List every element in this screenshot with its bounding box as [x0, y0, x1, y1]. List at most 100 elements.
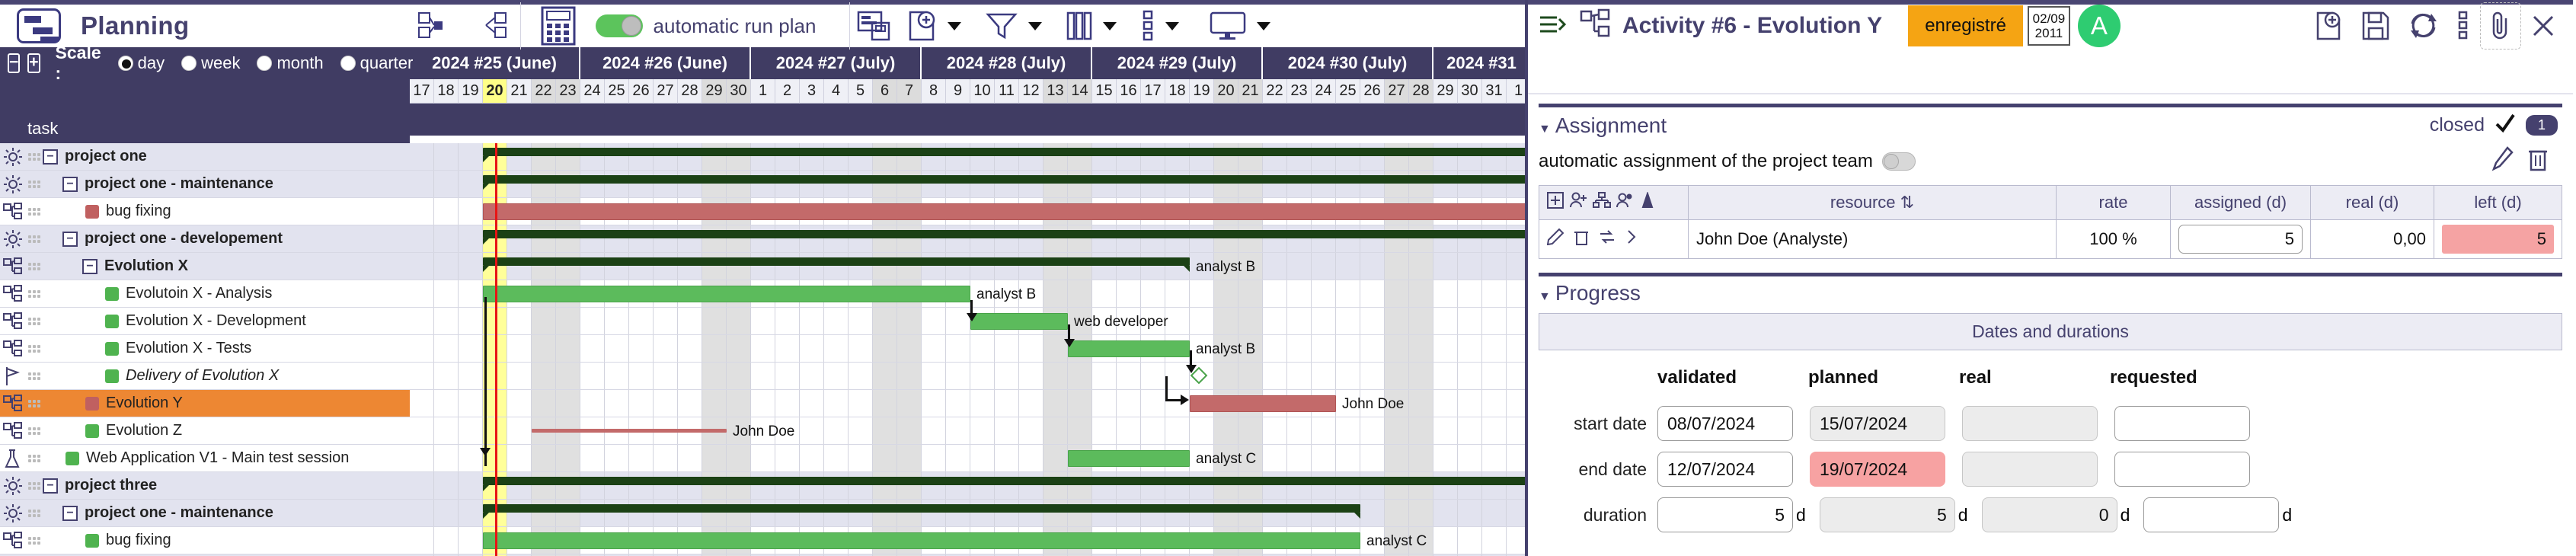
- list-item[interactable]: Evolutoin X - Analysis: [0, 280, 410, 308]
- list-item[interactable]: bug fixing: [0, 527, 410, 554]
- radio-week-icon[interactable]: [181, 56, 197, 71]
- radio-day-icon[interactable]: [117, 56, 133, 71]
- drag-handle[interactable]: [26, 262, 43, 270]
- end-date-planned[interactable]: 19/07/2024: [1810, 452, 1945, 487]
- drag-handle[interactable]: [26, 427, 43, 435]
- list-item[interactable]: Evolution X - Tests: [0, 335, 410, 363]
- refresh-icon[interactable]: [2401, 2, 2447, 50]
- radio-month-icon[interactable]: [257, 56, 273, 71]
- task-column-header[interactable]: task: [0, 79, 410, 143]
- gantt-row[interactable]: [410, 445, 1525, 472]
- expander-toggle[interactable]: −: [62, 231, 78, 247]
- drag-handle[interactable]: [26, 235, 43, 243]
- auto-assignment-toggle[interactable]: [1881, 152, 1916, 171]
- role-icon[interactable]: [1640, 190, 1655, 213]
- filter-caret-icon[interactable]: [1028, 21, 1043, 30]
- dependency-unlink-icon[interactable]: [465, 2, 520, 50]
- end-date-validated[interactable]: 12/07/2024: [1657, 452, 1793, 487]
- new-activity-icon[interactable]: [2306, 2, 2351, 50]
- zoom-in-button[interactable]: +: [27, 53, 40, 73]
- timeline-scroll[interactable]: 2024 #25 (June) 2024 #26 (June) 2024 #27 (…: [410, 47, 1525, 143]
- task-list[interactable]: − project one − project one - maintenance bu…: [0, 143, 410, 556]
- task-bar[interactable]: [483, 203, 1525, 220]
- calendar-icon[interactable]: 02/09 2011: [2027, 6, 2070, 46]
- more-vertical-icon[interactable]: [2450, 2, 2477, 50]
- end-date-real[interactable]: [1962, 452, 2098, 487]
- columns-caret-icon[interactable]: [1103, 21, 1117, 30]
- task-bar[interactable]: [1068, 340, 1190, 357]
- duration-requested[interactable]: [2143, 497, 2280, 532]
- start-date-real[interactable]: [1962, 406, 2098, 441]
- drag-handle[interactable]: [26, 454, 43, 462]
- list-item[interactable]: Web Application V1 - Main test session: [0, 445, 410, 472]
- drag-handle[interactable]: [26, 399, 43, 407]
- org-chart-icon[interactable]: [1593, 192, 1611, 213]
- expand-icon[interactable]: [1625, 228, 1638, 250]
- chevron-down-icon[interactable]: ▼: [1539, 290, 1551, 303]
- team-icon[interactable]: [1616, 192, 1635, 213]
- save-layout-icon[interactable]: [850, 2, 899, 50]
- drag-handle[interactable]: [26, 344, 43, 353]
- scale-option-quarter[interactable]: quarter: [340, 53, 413, 73]
- delete-icon[interactable]: [1574, 228, 1589, 250]
- list-item[interactable]: − project one - maintenance: [0, 171, 410, 198]
- list-item[interactable]: − project one: [0, 143, 410, 171]
- more-vertical-icon[interactable]: [1133, 2, 1162, 50]
- scale-option-month[interactable]: month: [257, 53, 324, 73]
- summary-bar[interactable]: [483, 477, 1525, 491]
- avatar[interactable]: A: [2077, 5, 2121, 47]
- gantt-row[interactable]: [410, 363, 1525, 390]
- trash-icon[interactable]: [2527, 146, 2549, 176]
- scale-option-week[interactable]: week: [181, 53, 240, 73]
- list-item[interactable]: bug fixing: [0, 198, 410, 225]
- drag-handle[interactable]: [26, 372, 43, 380]
- list-item[interactable]: Evolution Y: [0, 390, 410, 417]
- columns-icon[interactable]: [1059, 2, 1100, 50]
- list-item[interactable]: Evolution Z: [0, 417, 410, 445]
- more-caret-icon[interactable]: [1165, 21, 1180, 30]
- swap-icon[interactable]: [1599, 228, 1616, 250]
- drag-handle[interactable]: [26, 509, 43, 517]
- expander-toggle[interactable]: −: [43, 149, 58, 165]
- col-assigned[interactable]: assigned (d): [2170, 185, 2311, 220]
- duration-planned[interactable]: 5: [1819, 497, 1955, 532]
- gantt-row[interactable]: [410, 335, 1525, 363]
- col-left[interactable]: left (d): [2434, 185, 2562, 220]
- task-bar[interactable]: [1068, 450, 1190, 467]
- list-item[interactable]: − project three: [0, 472, 410, 500]
- calculator-icon[interactable]: [521, 2, 596, 50]
- table-row[interactable]: John Doe (Analyste) 100 % 5 0,00 5: [1539, 219, 2562, 259]
- drag-handle[interactable]: [26, 180, 43, 188]
- end-date-requested[interactable]: [2114, 452, 2250, 487]
- list-item[interactable]: − Evolution X: [0, 253, 410, 280]
- check-icon[interactable]: [2494, 112, 2517, 139]
- attachment-icon[interactable]: [2480, 2, 2521, 50]
- list-item[interactable]: Delivery of Evolution X: [0, 363, 410, 390]
- chevron-down-icon[interactable]: ▼: [1539, 123, 1551, 136]
- summary-bar[interactable]: [483, 175, 1525, 190]
- brush-icon[interactable]: [2491, 146, 2514, 176]
- drag-handle[interactable]: [26, 317, 43, 325]
- summary-bar[interactable]: [483, 504, 1360, 519]
- task-bar[interactable]: [1190, 395, 1336, 412]
- drag-handle[interactable]: [26, 536, 43, 545]
- add-person-icon[interactable]: [1569, 192, 1587, 213]
- detail-tabs[interactable]: [1528, 47, 2573, 94]
- close-icon[interactable]: [2524, 2, 2562, 50]
- list-item[interactable]: − project one - maintenance: [0, 500, 410, 527]
- expander-toggle[interactable]: −: [82, 258, 97, 274]
- radio-quarter-icon[interactable]: [340, 56, 356, 71]
- progress-section-title[interactable]: ▼ Progress: [1539, 281, 1641, 305]
- collapse-panel-icon[interactable]: [1528, 11, 1578, 41]
- filter-icon[interactable]: [978, 2, 1025, 50]
- automatic-run-plan-toggle[interactable]: [595, 14, 643, 37]
- expander-toggle[interactable]: −: [62, 176, 78, 192]
- start-date-requested[interactable]: [2114, 406, 2250, 441]
- task-bar[interactable]: [532, 429, 727, 433]
- scale-option-day[interactable]: day: [117, 53, 165, 73]
- col-rate[interactable]: rate: [2056, 185, 2171, 220]
- summary-bar[interactable]: [483, 148, 1525, 162]
- gantt-row[interactable]: [410, 308, 1525, 335]
- start-date-validated[interactable]: 08/07/2024: [1657, 406, 1793, 441]
- drag-handle[interactable]: [26, 481, 43, 490]
